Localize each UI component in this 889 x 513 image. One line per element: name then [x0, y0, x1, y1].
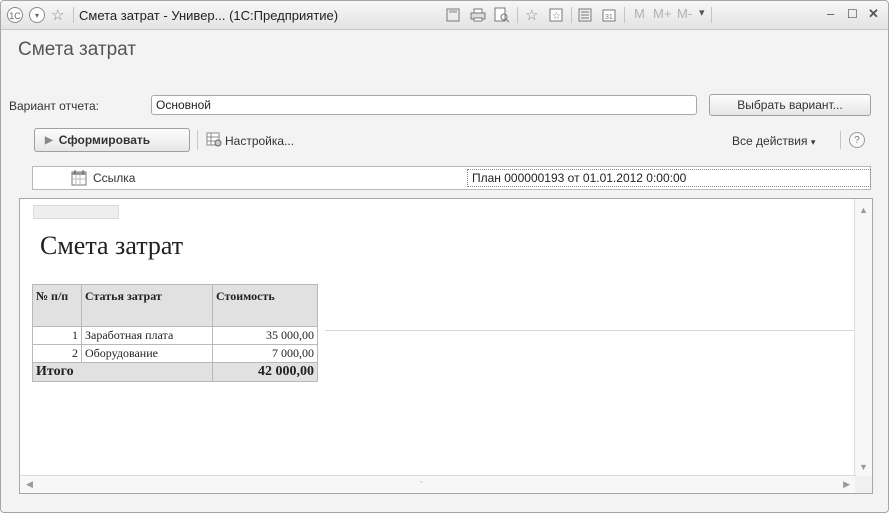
- minimize-icon[interactable]: –: [827, 6, 834, 21]
- generate-button-label: Сформировать: [58, 133, 151, 147]
- choose-variant-button[interactable]: Выбрать вариант...: [709, 94, 871, 116]
- variant-label: Вариант отчета:: [9, 99, 99, 113]
- separator: [624, 7, 625, 23]
- scroll-thumb-grip[interactable]: ▫: [420, 479, 422, 486]
- memory-minus-button[interactable]: M-: [677, 6, 692, 21]
- calendar-icon[interactable]: 31: [602, 6, 616, 24]
- row-number: 1: [32, 326, 82, 345]
- preview-icon[interactable]: [494, 6, 510, 24]
- settings-row: Ссылка План 000000193 от 01.01.2012 0:00…: [32, 166, 871, 190]
- separator: [840, 131, 841, 149]
- generate-button[interactable]: ▶ Сформировать: [34, 128, 190, 152]
- save-icon[interactable]: [446, 6, 460, 24]
- separator: [197, 130, 198, 150]
- scroll-left-icon[interactable]: ◀: [26, 479, 33, 490]
- chevron-down-icon[interactable]: ▾: [699, 6, 705, 19]
- add-favorite-icon[interactable]: ☆: [549, 6, 563, 24]
- report-header-cell: [33, 205, 119, 219]
- table-row[interactable]: 1 Заработная плата 35 000,00: [32, 326, 318, 345]
- separator: [711, 7, 712, 23]
- variant-value: Основной: [156, 98, 212, 112]
- total-row: Итого 42 000,00: [32, 362, 318, 382]
- total-label: Итого: [32, 362, 213, 382]
- calculator-icon[interactable]: [578, 6, 592, 24]
- scroll-corner: [855, 476, 872, 493]
- scroll-right-icon[interactable]: ▶: [843, 479, 850, 490]
- print-icon[interactable]: [470, 6, 486, 24]
- all-actions-menu[interactable]: Все действия ▾: [732, 134, 815, 148]
- variant-input[interactable]: Основной: [151, 95, 697, 115]
- setting-field-label: Ссылка: [93, 171, 136, 185]
- table-row[interactable]: 2 Оборудование 7 000,00: [32, 344, 318, 363]
- svg-text:☆: ☆: [552, 11, 561, 22]
- column-header: Статья затрат: [81, 284, 213, 327]
- maximize-icon[interactable]: ☐: [847, 7, 858, 21]
- separator: [571, 7, 572, 23]
- total-value: 42 000,00: [212, 362, 318, 382]
- svg-text:31: 31: [605, 14, 613, 21]
- row-cost: 7 000,00: [212, 344, 318, 363]
- form-title: Смета затрат: [18, 39, 137, 60]
- row-number: 2: [32, 344, 82, 363]
- memory-plus-button[interactable]: M+: [653, 6, 671, 21]
- window-title: Смета затрат - Универ... (1С:Предприятие…: [79, 8, 339, 23]
- report-spreadsheet[interactable]: Смета затрат № п/п Статья затрат Стоимос…: [19, 198, 873, 494]
- horizontal-scrollbar[interactable]: ◀ ▫ ▶: [20, 475, 856, 493]
- report-table: № п/п Статья затрат Стоимость 1 Заработн…: [32, 284, 318, 382]
- app-logo-icon[interactable]: 1С: [7, 6, 23, 24]
- column-header: Стоимость: [212, 284, 318, 327]
- chevron-down-icon: ▾: [810, 137, 816, 147]
- title-bar: 1С ▾ ☆ Смета затрат - Универ... (1С:Пред…: [1, 1, 888, 30]
- report-title: Смета затрат: [40, 231, 184, 260]
- row-item: Заработная плата: [81, 326, 213, 345]
- vertical-scrollbar[interactable]: ▲ ▼: [854, 199, 872, 476]
- nav-menu-icon[interactable]: ▾: [29, 6, 45, 24]
- setting-field-value[interactable]: План 000000193 от 01.01.2012 0:00:00: [467, 169, 871, 187]
- help-icon[interactable]: ?: [849, 132, 865, 148]
- settings-link[interactable]: Настройка...: [225, 134, 294, 148]
- star-icon[interactable]: ☆: [51, 6, 64, 24]
- row-item: Оборудование: [81, 344, 213, 363]
- settings-table-icon: [206, 132, 222, 147]
- app-window: 1С ▾ ☆ Смета затрат - Универ... (1С:Пред…: [0, 0, 889, 513]
- table-header-row: № п/п Статья затрат Стоимость: [32, 284, 318, 327]
- scroll-up-icon[interactable]: ▲: [859, 205, 868, 215]
- column-header: № п/п: [32, 284, 82, 327]
- calendar-table-icon: [71, 170, 87, 186]
- row-cost: 35 000,00: [212, 326, 318, 345]
- grid-line: [325, 330, 855, 331]
- memory-m-button[interactable]: M: [634, 6, 645, 21]
- separator: [517, 7, 518, 23]
- play-icon: ▶: [45, 134, 53, 146]
- scroll-down-icon[interactable]: ▼: [859, 462, 868, 472]
- favorites-icon[interactable]: ☆: [525, 6, 538, 24]
- separator: [73, 7, 74, 23]
- close-icon[interactable]: ✕: [868, 6, 879, 22]
